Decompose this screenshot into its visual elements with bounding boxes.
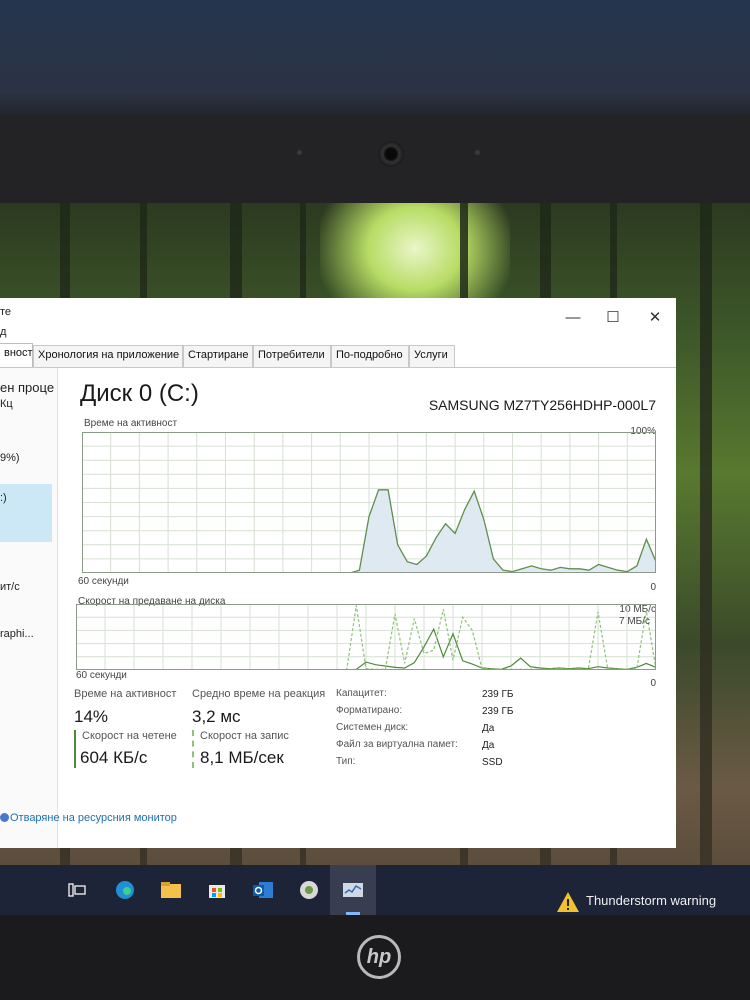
sensor-dot [475, 150, 480, 155]
sidebar-item-cpu-detail: Кц [0, 398, 13, 410]
task-manager-icon [343, 883, 363, 897]
sidebar-item-disk: :) [0, 492, 7, 504]
activity-chart [82, 432, 656, 573]
task-view-icon [68, 883, 86, 897]
file-explorer-button[interactable] [158, 879, 184, 901]
open-resource-monitor-link[interactable]: Отваряне на ресурсния монитор [0, 812, 177, 824]
transfer-chart-secondary-label: 7 МБ/с [618, 616, 650, 627]
response-label: Средно време на реакция [192, 688, 326, 700]
edge-icon [116, 881, 134, 899]
close-icon: ✕ [648, 309, 662, 326]
transfer-chart [76, 604, 656, 670]
webcam-icon [378, 141, 404, 167]
bamboo-trunk [700, 203, 712, 915]
type-label: Тип: [336, 756, 356, 767]
page-file-label: Файл за виртуална памет: [336, 739, 458, 750]
read-speed-label: Скорост на четене [82, 730, 177, 742]
tab-startup[interactable]: Стартиране [183, 345, 253, 367]
task-view-button[interactable] [64, 879, 90, 901]
capacity-value: 239 ГБ [482, 689, 514, 700]
close-button[interactable]: ✕ [640, 306, 670, 328]
outlook-button[interactable] [250, 879, 276, 901]
page-file-value: Да [482, 740, 495, 751]
disk-panel: Диск 0 (C:) SAMSUNG MZ7TY256HDHP-000L7 В… [64, 368, 676, 848]
resource-sidebar: ен проце Кц 9%) :) ит/с raphi... [0, 368, 58, 848]
tab-performance[interactable]: вност [0, 343, 33, 367]
write-speed-label: Скорост на запис [200, 730, 289, 742]
tab-strip: вност Хронология на приложение Стартиран… [0, 343, 676, 367]
transfer-chart-xlabel: 60 секунди [76, 670, 127, 681]
resource-monitor-label: Отваряне на ресурсния монитор [10, 812, 177, 824]
maximize-icon: ☐ [606, 309, 620, 326]
activity-label: Време на активност [74, 688, 177, 700]
formatted-label: Форматирано: [336, 705, 403, 716]
sidebar-item-disk-selected[interactable]: :) [0, 484, 52, 542]
formatted-value: 239 ГБ [482, 706, 514, 717]
task-manager-button[interactable] [340, 879, 366, 901]
read-speed-indicator [74, 730, 76, 768]
minimize-icon: — [565, 308, 581, 326]
weather-widget[interactable]: Thunderstorm warning [556, 889, 746, 915]
store-icon [209, 885, 225, 898]
disk-model: SAMSUNG MZ7TY256HDHP-000L7 [428, 397, 656, 413]
title-bar[interactable]: те д — ☐ ✕ [0, 298, 676, 340]
bezel-strip [0, 115, 750, 205]
sidebar-item-cpu[interactable]: ен проце [0, 380, 54, 395]
weather-text: Thunderstorm warning [586, 893, 717, 908]
write-speed-indicator [192, 730, 194, 768]
menu-bar[interactable]: д [0, 326, 6, 338]
app-icon [300, 881, 318, 899]
activity-chart-ymin: 0 [650, 582, 656, 593]
file-explorer-icon [161, 882, 181, 898]
minimize-button[interactable]: — [558, 306, 588, 328]
store-button[interactable] [204, 879, 230, 901]
write-speed-value: 8,1 МБ/сек [200, 748, 284, 767]
system-disk-label: Системен диск: [336, 722, 409, 733]
system-disk-value: Да [482, 723, 495, 734]
type-value: SSD [482, 757, 503, 768]
window-title: те [0, 306, 12, 318]
page-title: Диск 0 (C:) [80, 380, 199, 407]
tab-services[interactable]: Услуги [409, 345, 455, 367]
activity-value: 14% [74, 707, 109, 726]
activity-chart-xlabel: 60 секунди [78, 576, 129, 587]
hp-logo: hp [357, 935, 401, 979]
tab-users[interactable]: Потребители [253, 345, 331, 367]
capacity-label: Капацитет: [336, 688, 387, 699]
sensor-dot [297, 150, 302, 155]
read-speed-value: 604 КБ/с [80, 748, 148, 767]
activity-chart-title: Време на активност [84, 418, 178, 429]
outlook-icon [253, 882, 273, 898]
sidebar-item-network-detail: ит/с [0, 581, 20, 593]
response-value: 3,2 мс [192, 707, 241, 726]
maximize-button[interactable]: ☐ [598, 306, 628, 328]
resource-monitor-icon [0, 813, 9, 822]
sidebar-item-gpu[interactable]: raphi... [0, 628, 34, 640]
edge-button[interactable] [112, 879, 138, 901]
warning-icon [557, 892, 579, 912]
task-manager-window: те д — ☐ ✕ вност Хронология на приложени… [0, 298, 676, 848]
app-button[interactable] [296, 879, 322, 901]
tab-details[interactable]: По-подробно [331, 345, 409, 367]
sidebar-item-memory-detail: 9%) [0, 452, 20, 464]
tab-app-history[interactable]: Хронология на приложение [33, 345, 183, 367]
disk-stats: Време на активност 14% Средно време на р… [74, 688, 674, 798]
laptop-bezel-top [0, 0, 750, 205]
hp-logo-text: hp [366, 945, 392, 968]
transfer-chart-grid [76, 604, 656, 670]
